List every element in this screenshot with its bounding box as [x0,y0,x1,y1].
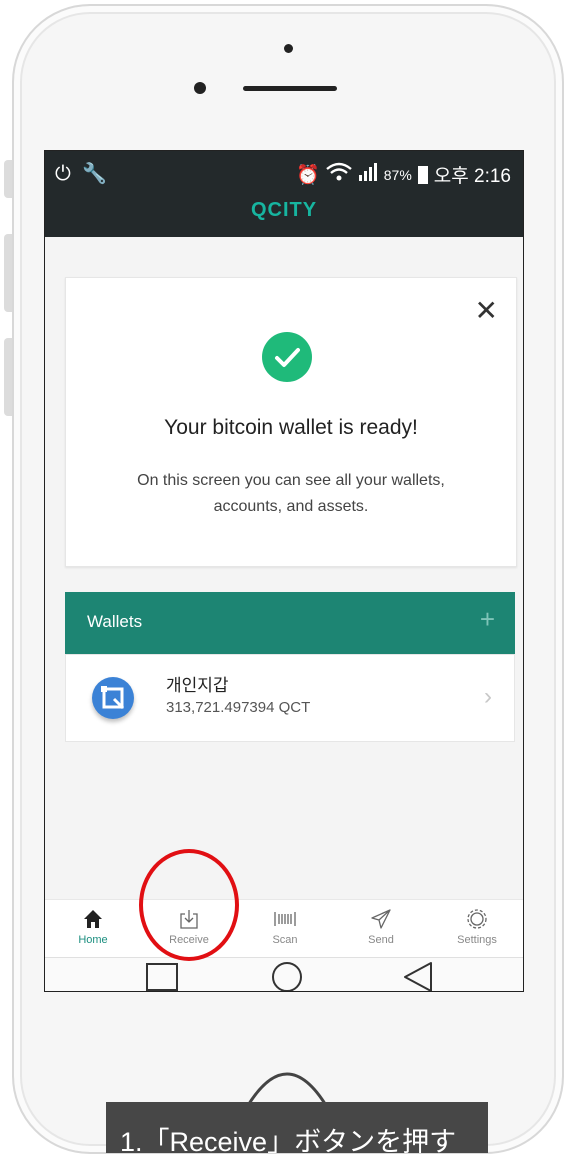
bottom-navigation: Home Receive Scan Send Settings [45,899,523,958]
back-icon[interactable] [401,960,435,991]
barcode-icon [237,908,333,930]
home-circle-icon[interactable] [270,960,304,991]
nav-scan-label: Scan [272,934,298,946]
recent-apps-icon[interactable] [145,962,179,991]
wallets-header: Wallets + [65,592,515,654]
send-icon [333,908,429,930]
signal-icon [358,162,378,188]
wallet-balance: 313,721.497394 QCT [166,699,311,716]
notification-icon: ⏻ [55,163,71,185]
status-right: ⏰ 87% 오후 2:16 [296,161,511,188]
nav-scan[interactable]: Scan [237,900,333,958]
plus-icon[interactable]: + [480,604,495,635]
phone-side-button [4,160,12,198]
battery-icon [417,165,428,184]
wallet-ready-card: ✕ Your bitcoin wallet is ready! On this … [65,277,517,567]
battery-percent: 87% [383,166,412,183]
wallet-ready-title: Your bitcoin wallet is ready! [164,416,418,439]
highlight-circle [139,849,239,961]
wallet-ready-description: On this screen you can see all your wall… [137,472,445,515]
home-icon [45,908,141,930]
phone-volume-down-button [4,338,12,416]
front-camera [194,82,206,94]
app-header: ⏻ 🔧 ⏰ 87% 오후 2:16 QCITY [45,151,523,237]
app-logo: QCITY [250,199,318,221]
status-bar: ⏻ 🔧 ⏰ 87% 오후 2:16 [45,151,523,195]
wallet-list-item[interactable]: 개인지갑 313,721.497394 QCT › [65,654,515,742]
wallet-name: 개인지갑 [166,676,229,695]
close-icon[interactable]: ✕ [475,294,498,327]
phone-screen: ⏻ 🔧 ⏰ 87% 오후 2:16 QCITY ✕ Your bitcoin w… [44,150,524,992]
nav-send[interactable]: Send [333,900,429,958]
tutorial-caption: 1.「Receive」ボタンを押す [106,1102,488,1153]
alarm-icon: ⏰ [296,164,320,186]
earpiece-speaker [243,86,337,91]
nav-send-label: Send [368,934,394,946]
wrench-icon: 🔧 [82,163,108,185]
wallets-title: Wallets [87,612,143,631]
settings-icon [429,908,523,930]
status-time: 오후 2:16 [433,166,511,187]
success-check-icon [262,332,312,382]
phone-volume-up-button [4,234,12,312]
chevron-right-icon: › [484,683,492,710]
wifi-icon [325,162,352,188]
nav-settings[interactable]: Settings [429,900,523,958]
nav-settings-label: Settings [457,934,497,946]
system-navigation-bar [45,957,523,991]
nav-home[interactable]: Home [45,900,141,958]
nav-home-label: Home [78,934,108,946]
wallet-avatar [92,677,134,719]
front-sensor [284,44,293,53]
status-left-icons: ⏻ 🔧 [55,161,107,186]
